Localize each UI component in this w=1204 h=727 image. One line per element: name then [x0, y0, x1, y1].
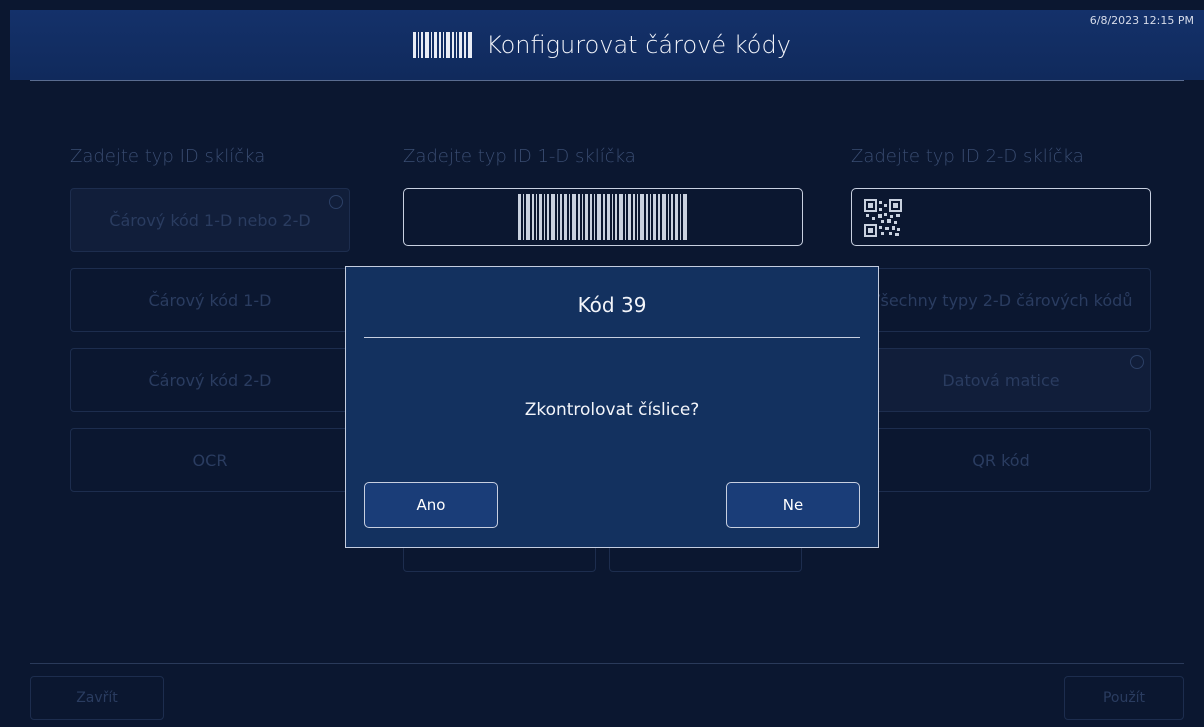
selected-indicator-icon — [1130, 355, 1144, 369]
qr-code-icon — [864, 199, 902, 237]
close-button[interactable]: Zavřít — [30, 676, 164, 720]
option-1d[interactable]: Čárový kód 1-D — [70, 268, 350, 332]
yes-button[interactable]: Ano — [364, 482, 498, 528]
barcode-icon — [517, 194, 689, 240]
option-label: Datová matice — [942, 370, 1060, 390]
header-divider — [30, 80, 1184, 81]
two-d-barcode-preview — [851, 188, 1151, 246]
option-label: Čárový kód 1-D — [148, 290, 272, 310]
page-title: Konfigurovat čárové kódy — [486, 31, 791, 59]
dialog-divider — [364, 337, 860, 338]
one-d-barcode-preview — [403, 188, 803, 246]
check-digit-dialog: Kód 39 Zkontrolovat číslice? Ano Ne — [345, 266, 879, 548]
barcode-icon — [413, 32, 474, 58]
dialog-question: Zkontrolovat číslice? — [524, 400, 700, 420]
footer-divider — [30, 663, 1184, 664]
option-ocr[interactable]: OCR — [70, 428, 350, 492]
datetime-display: 6/8/2023 12:15 PM — [1089, 14, 1194, 27]
option-label: Čárový kód 1-D nebo 2-D — [109, 210, 311, 230]
apply-button[interactable]: Použít — [1064, 676, 1184, 720]
option-label: Čárový kód 2-D — [148, 370, 272, 390]
no-button[interactable]: Ne — [726, 482, 860, 528]
option-qr-code[interactable]: QR kód — [851, 428, 1151, 492]
option-all-2d[interactable]: Všechny typy 2-D čárových kódů — [851, 268, 1151, 332]
two-d-type-label: Zadejte typ ID 2-D sklíčka — [851, 146, 1084, 167]
one-d-type-label: Zadejte typ ID 1-D sklíčka — [403, 146, 636, 167]
option-label: OCR — [192, 450, 228, 470]
option-1d-or-2d[interactable]: Čárový kód 1-D nebo 2-D — [70, 188, 350, 252]
option-data-matrix[interactable]: Datová matice — [851, 348, 1151, 412]
slide-id-type-label: Zadejte typ ID sklíčka — [70, 146, 266, 167]
dialog-title: Kód 39 — [577, 293, 647, 317]
title-area: Konfigurovat čárové kódy — [0, 10, 1204, 80]
selected-indicator-icon — [329, 195, 343, 209]
option-2d[interactable]: Čárový kód 2-D — [70, 348, 350, 412]
option-label: QR kód — [972, 450, 1030, 470]
option-label: Všechny typy 2-D čárových kódů — [869, 290, 1133, 310]
